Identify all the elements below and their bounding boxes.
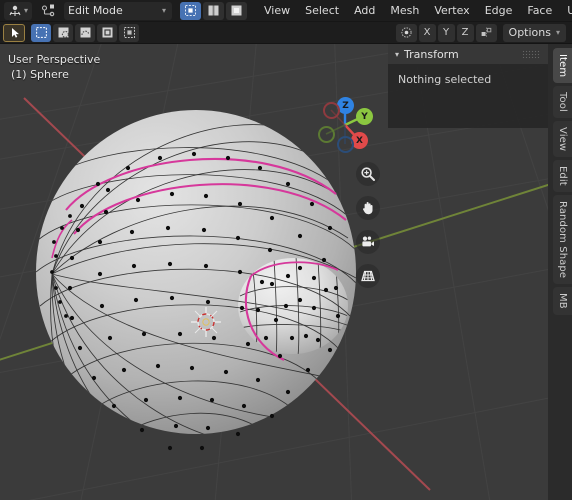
- 3d-viewport[interactable]: User Perspective (1) Sphere Z Y X ▾ Tran…: [0, 44, 572, 500]
- tweak-cursor-icon: [11, 28, 19, 38]
- tool-settings-bar: X Y Z Options ▾: [0, 22, 572, 44]
- sidebar-tab-edit[interactable]: Edit: [553, 160, 572, 192]
- options-dropdown[interactable]: Options ▾: [502, 23, 566, 42]
- select-extend-tool-button[interactable]: [119, 23, 139, 42]
- edit-mode-editor-icon: [9, 5, 21, 16]
- transform-pivot-button[interactable]: [38, 2, 59, 20]
- zoom-button[interactable]: [356, 162, 380, 186]
- axis-lock-y-button[interactable]: Y: [437, 23, 455, 42]
- face-select-mode-button[interactable]: [226, 1, 248, 20]
- pan-hand-icon: [362, 202, 373, 215]
- editor-type-chevron-icon: ▾: [24, 6, 29, 15]
- camera-view-button[interactable]: [356, 230, 380, 254]
- axis-lock-z-button[interactable]: Z: [456, 23, 474, 42]
- select-lasso-icon: [80, 27, 90, 38]
- mode-dropdown-chevron-icon: ▾: [162, 6, 167, 15]
- vertex-select-mode-button[interactable]: [180, 1, 202, 20]
- gizmo-axis-z-negative[interactable]: [337, 136, 354, 153]
- active-tool-button[interactable]: [3, 23, 25, 42]
- select-lasso-tool-button[interactable]: [75, 23, 95, 42]
- mode-dropdown-label: Edit Mode: [68, 4, 123, 17]
- sidebar-tab-item[interactable]: Item: [553, 48, 572, 84]
- transform-panel-header[interactable]: ▾ Transform: [388, 44, 548, 64]
- blender-window: ▾ Edit Mode ▾ View Select Add Mesh Verte…: [0, 0, 572, 500]
- menu-select[interactable]: Select: [298, 2, 346, 20]
- select-mode-group: [180, 1, 248, 20]
- options-label: Options: [508, 26, 551, 39]
- chevron-down-icon: ▾: [395, 49, 400, 59]
- select-extend-icon: [123, 27, 135, 38]
- options-chevron-icon: ▾: [555, 28, 560, 37]
- gizmo-axis-y-negative[interactable]: [318, 126, 335, 143]
- menu-add[interactable]: Add: [347, 2, 382, 20]
- select-box-icon: [35, 27, 47, 38]
- face-icon: [231, 5, 242, 16]
- viewport-header: ▾ Edit Mode ▾ View Select Add Mesh Verte…: [0, 0, 572, 22]
- viewport-nav-icons: [356, 162, 380, 288]
- menu-mesh[interactable]: Mesh: [383, 2, 426, 20]
- tool-options-group: X Y Z Options ▾: [395, 23, 569, 42]
- sidebar-tab-mb[interactable]: MB: [553, 287, 572, 315]
- select-box-tool-button[interactable]: [31, 23, 51, 42]
- panel-grip-handle[interactable]: [522, 50, 540, 58]
- transform-panel-title: Transform: [404, 47, 459, 61]
- mirror-button[interactable]: [475, 23, 497, 42]
- camera-icon: [362, 236, 374, 247]
- sidebar-tab-tool[interactable]: Tool: [553, 86, 572, 118]
- select-circle-icon: [58, 27, 69, 38]
- sidebar-tab-view[interactable]: View: [553, 121, 572, 158]
- transform-panel-body: Nothing selected: [388, 64, 548, 95]
- transform-pivot-point-icon: [41, 4, 55, 17]
- zoom-icon: [361, 167, 375, 181]
- menu-vertex[interactable]: Vertex: [427, 2, 476, 20]
- edge-icon: [208, 5, 219, 16]
- toggle-perspective-button[interactable]: [356, 264, 380, 288]
- proportional-falloff-icon: [400, 27, 412, 38]
- pan-button[interactable]: [356, 196, 380, 220]
- gizmo-axis-x-negative[interactable]: [323, 102, 340, 119]
- mirror-icon: [481, 27, 491, 38]
- sidebar-tab-strip: Item Tool View Edit Random Shape MB: [548, 44, 572, 500]
- menu-uv[interactable]: UV: [560, 2, 572, 20]
- vertex-icon: [185, 5, 197, 16]
- transform-panel: ▾ Transform Nothing selected: [388, 44, 548, 128]
- toggle-perspective-grid-icon: [361, 270, 375, 282]
- select-mode-tool-button[interactable]: [97, 23, 117, 42]
- select-circle-tool-button[interactable]: [53, 23, 73, 42]
- navigation-gizmo[interactable]: Z Y X: [312, 92, 378, 158]
- menu-view[interactable]: View: [257, 2, 297, 20]
- menu-bar: View Select Add Mesh Vertex Edge Face UV: [257, 2, 572, 20]
- gizmo-axis-y-positive[interactable]: Y: [356, 108, 373, 125]
- axis-lock-x-button[interactable]: X: [418, 23, 436, 42]
- editor-type-button[interactable]: ▾: [4, 1, 33, 20]
- mode-dropdown[interactable]: Edit Mode ▾: [64, 1, 173, 20]
- sidebar-tab-random-shape[interactable]: Random Shape: [553, 194, 572, 284]
- select-tool-group: [31, 23, 139, 42]
- menu-face[interactable]: Face: [520, 2, 559, 20]
- select-mode-icon: [102, 27, 112, 38]
- nothing-selected-text: Nothing selected: [398, 73, 492, 86]
- edge-select-mode-button[interactable]: [203, 1, 225, 20]
- proportional-edit-button[interactable]: [395, 23, 417, 42]
- menu-edge[interactable]: Edge: [478, 2, 520, 20]
